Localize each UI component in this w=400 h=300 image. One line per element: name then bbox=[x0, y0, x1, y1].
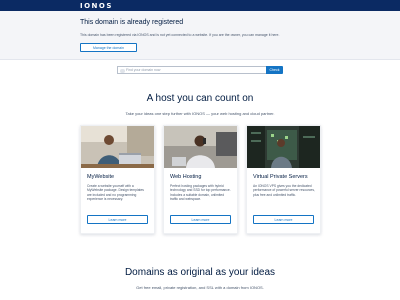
person-on-phone-photo bbox=[164, 126, 237, 168]
card-description: An IONOS VPS gives you the dedicated per… bbox=[253, 184, 315, 197]
check-button[interactable]: Check bbox=[266, 66, 283, 74]
learn-more-button[interactable]: Learn more bbox=[253, 215, 314, 224]
card-title: Virtual Private Servers bbox=[253, 174, 308, 180]
domain-registered-notice: This domain is already registered This d… bbox=[0, 11, 400, 60]
product-card-web-hosting: Web Hosting Perfect hosting packages wit… bbox=[163, 125, 238, 234]
product-card-vps: Virtual Private Servers An IONOS VPS giv… bbox=[246, 125, 321, 234]
globe-icon bbox=[120, 68, 125, 73]
notice-text: This domain has been registered via IONO… bbox=[80, 33, 280, 37]
domains-subheading: Get free email, private registration, an… bbox=[136, 285, 264, 290]
data-center-photo bbox=[247, 126, 320, 168]
hosting-subheading: Take your ideas one step further with IO… bbox=[125, 111, 275, 116]
person-at-laptop-photo bbox=[81, 126, 154, 168]
search-field-wrapper bbox=[117, 66, 266, 74]
card-description: Perfect hosting packages with hybrid tec… bbox=[170, 184, 231, 201]
domains-heading: Domains as original as your ideas bbox=[124, 267, 276, 278]
product-card-mywebsite: MyWebsite Create a website yourself with… bbox=[80, 125, 155, 234]
domain-search-bar: Check bbox=[117, 66, 283, 74]
domain-search-input[interactable] bbox=[126, 67, 265, 73]
card-title: Web Hosting bbox=[170, 174, 202, 180]
learn-more-button[interactable]: Learn more bbox=[87, 215, 148, 224]
card-description: Create a website yourself with a MyWebsi… bbox=[87, 184, 144, 201]
learn-more-button[interactable]: Learn more bbox=[170, 215, 231, 224]
card-title: MyWebsite bbox=[87, 174, 115, 180]
top-bar: IONOS bbox=[0, 0, 400, 11]
manage-domain-button[interactable]: Manage the domain bbox=[80, 43, 137, 52]
notice-title: This domain is already registered bbox=[80, 19, 184, 26]
hosting-heading: A host you can count on bbox=[146, 93, 254, 104]
ionos-logo[interactable]: IONOS bbox=[80, 2, 113, 10]
